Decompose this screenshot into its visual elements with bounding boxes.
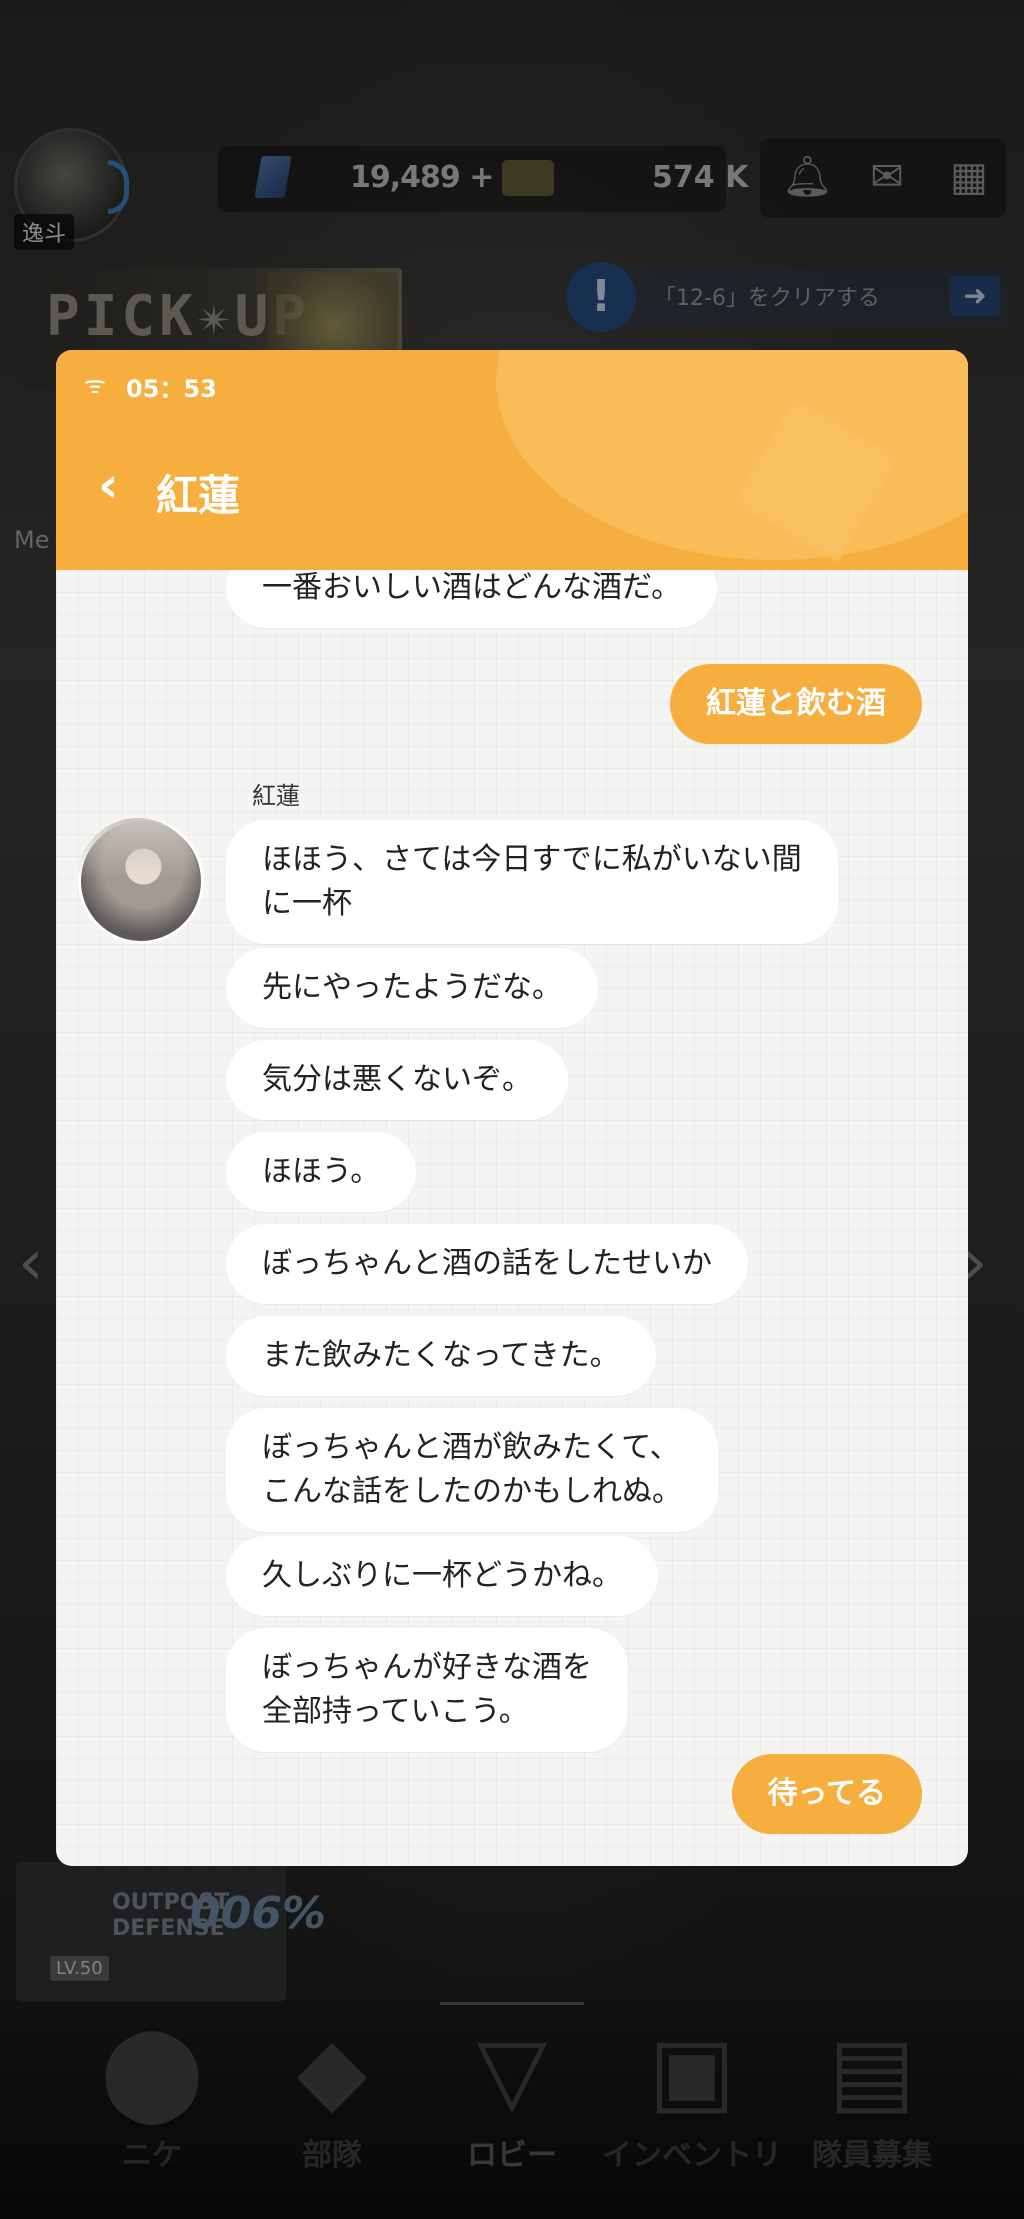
npc-message: ぼっちゃんが好きな酒を 全部持っていこう。 — [226, 1628, 628, 1752]
status-time: 05：53 — [126, 375, 217, 403]
npc-message: 一番おいしい酒はどんな酒だ。 — [226, 570, 718, 628]
npc-message: 気分は悪くないぞ。 — [226, 1040, 568, 1120]
chat-title: 紅蓮 — [156, 471, 241, 520]
npc-message: ぼっちゃんと酒の話をしたせいか — [226, 1224, 748, 1304]
my-message: 紅蓮と飲む酒 — [670, 664, 922, 744]
header-decoration — [496, 350, 968, 560]
npc-avatar-hair — [78, 818, 198, 878]
npc-message: ほほう。 — [226, 1132, 417, 1212]
npc-message: 先にやったようだな。 — [226, 948, 598, 1028]
chat-window: ᯤ 05：53 ‹ 紅蓮 一番おいしい酒はどんな酒だ。 紅蓮と飲む酒 紅蓮 ほほ… — [56, 350, 968, 1866]
back-button[interactable]: ‹ — [98, 460, 134, 510]
npc-message: ぼっちゃんと酒が飲みたくて、 こんな話をしたのかもしれぬ。 — [226, 1408, 718, 1532]
wifi-icon: ᯤ — [84, 371, 106, 399]
npc-message: また飲みたくなってきた。 — [226, 1316, 656, 1396]
message-list[interactable]: 一番おいしい酒はどんな酒だ。 紅蓮と飲む酒 紅蓮 ほほう、さては今日すでに私がい… — [56, 570, 968, 1866]
npc-message: 久しぶりに一杯どうかね。 — [226, 1536, 658, 1616]
chat-header: ᯤ 05：53 ‹ 紅蓮 — [56, 350, 968, 570]
my-message: 待ってる — [731, 1754, 922, 1834]
npc-message: ほほう、さては今日すでに私がいない間 に一杯 — [226, 820, 838, 944]
sender-name: 紅蓮 — [252, 782, 300, 810]
